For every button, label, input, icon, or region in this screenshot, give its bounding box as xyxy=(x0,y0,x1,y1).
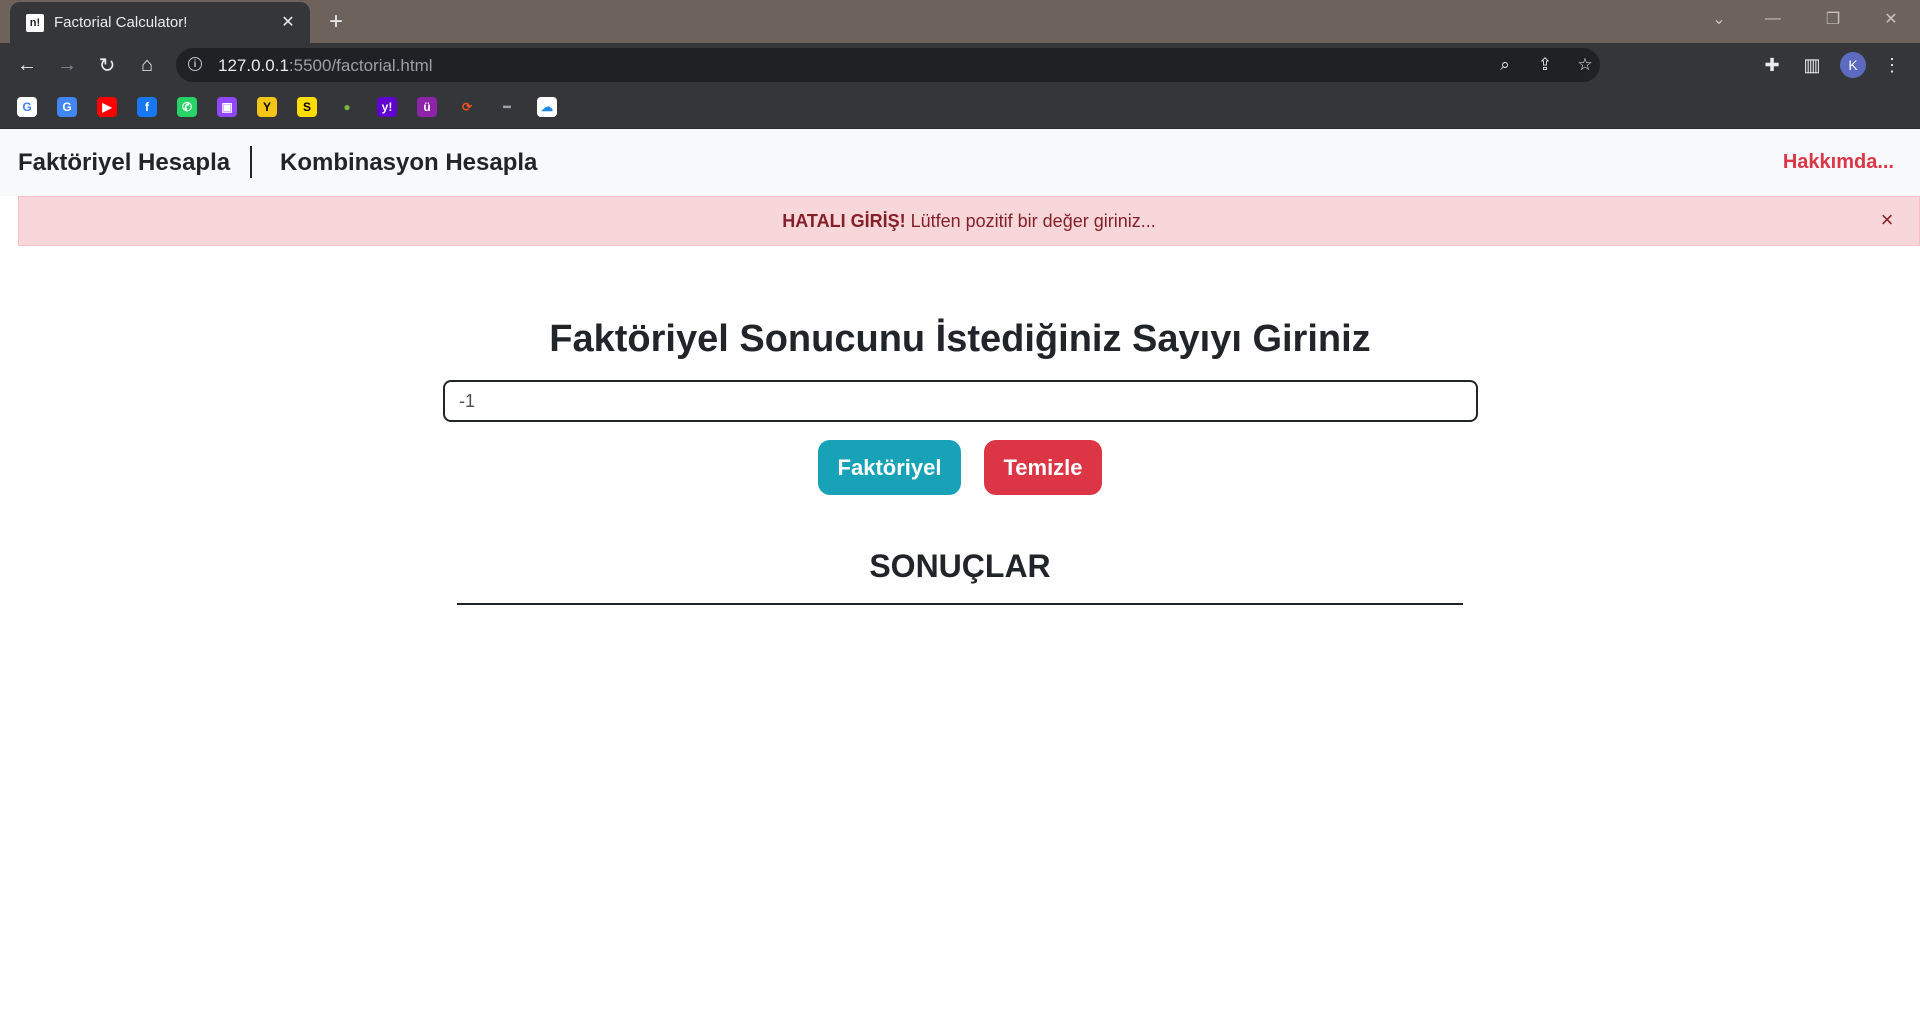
u-bookmark-icon[interactable]: ü xyxy=(417,97,437,117)
tab-close-icon[interactable]: ✕ xyxy=(278,12,298,32)
share-icon[interactable]: ⇪ xyxy=(1534,54,1556,76)
nav-link-combination[interactable]: Kombinasyon Hesapla xyxy=(280,149,537,177)
site-info-icon[interactable]: i xyxy=(188,57,202,71)
back-icon[interactable]: ← xyxy=(13,51,41,79)
results-title: SONUÇLAR xyxy=(869,548,1051,584)
alert-strong: HATALI GİRİŞ! xyxy=(782,211,906,231)
page-navbar: Faktöriyel Hesapla Kombinasyon Hesapla H… xyxy=(0,129,1920,196)
results-divider xyxy=(457,603,1463,605)
cloud-bookmark-icon[interactable]: ☁ xyxy=(537,97,557,117)
clear-button[interactable]: Temizle xyxy=(984,440,1102,495)
browser-toolbar: ← → ↻ ⌂ i 127.0.0.1:5500/factorial.html … xyxy=(0,43,1920,87)
number-input[interactable] xyxy=(443,380,1478,422)
twitch-bookmark-icon[interactable]: ▣ xyxy=(217,97,237,117)
close-window-icon[interactable]: ✕ xyxy=(1876,8,1906,30)
forward-icon[interactable]: → xyxy=(53,51,81,79)
youtube-bookmark-icon[interactable]: ▶ xyxy=(97,97,117,117)
orange-bookmark-icon[interactable]: ⟳ xyxy=(457,97,477,117)
restore-icon[interactable]: ❐ xyxy=(1818,8,1848,30)
error-alert: HATALI GİRİŞ! Lütfen pozitif bir değer g… xyxy=(18,196,1920,246)
yellow-bookmark-icon[interactable]: Y xyxy=(257,97,277,117)
drop-bookmark-icon[interactable]: ● xyxy=(337,97,357,117)
s-bookmark-icon[interactable]: S xyxy=(297,97,317,117)
tab-title: Factorial Calculator! xyxy=(54,14,188,31)
yahoo-bookmark-icon[interactable]: y! xyxy=(377,97,397,117)
browser-tab-active[interactable]: n! Factorial Calculator! ✕ xyxy=(10,2,310,43)
minimize-icon[interactable]: — xyxy=(1758,8,1788,30)
alert-text: HATALI GİRİŞ! Lütfen pozitif bir değer g… xyxy=(19,211,1919,232)
google-bookmark-icon[interactable]: G xyxy=(17,97,37,117)
facebook-bookmark-icon[interactable]: f xyxy=(137,97,157,117)
new-tab-icon[interactable]: + xyxy=(322,8,350,36)
side-panel-icon[interactable]: ▥ xyxy=(1798,51,1826,79)
dash-bookmark-icon[interactable]: ━ xyxy=(497,97,517,117)
factorial-button[interactable]: Faktöriyel xyxy=(818,440,961,495)
zoom-icon[interactable]: ⌕ xyxy=(1494,54,1516,76)
nav-link-about[interactable]: Hakkımda... xyxy=(1783,151,1894,174)
tab-favicon-icon: n! xyxy=(26,14,44,32)
bookmark-star-icon[interactable]: ☆ xyxy=(1574,54,1596,76)
nav-link-factorial[interactable]: Faktöriyel Hesapla xyxy=(18,149,230,177)
browser-tab-strip: n! Factorial Calculator! ✕ + ⌄ — ❐ ✕ xyxy=(0,0,1920,43)
profile-avatar[interactable]: K xyxy=(1840,52,1866,78)
bookmarks-bar: G G ▶ f ✆ ▣ Y S ● y! ü ⟳ ━ ☁ xyxy=(0,87,1920,129)
reload-icon[interactable]: ↻ xyxy=(93,51,121,79)
whatsapp-bookmark-icon[interactable]: ✆ xyxy=(177,97,197,117)
page-title: Faktöriyel Sonucunu İstediğiniz Sayıyı G… xyxy=(549,318,1371,360)
google-translate-bookmark-icon[interactable]: G xyxy=(57,97,77,117)
nav-divider xyxy=(250,146,252,178)
menu-icon[interactable]: ⋮ xyxy=(1878,51,1906,79)
extensions-icon[interactable]: ✚ xyxy=(1758,51,1786,79)
address-bar[interactable]: i 127.0.0.1:5500/factorial.html ⌕ ⇪ ☆ xyxy=(176,48,1600,82)
alert-message: Lütfen pozitif bir değer giriniz... xyxy=(905,211,1156,231)
alert-close-icon[interactable]: × xyxy=(1877,207,1897,232)
url-text[interactable]: 127.0.0.1:5500/factorial.html xyxy=(218,56,433,76)
home-icon[interactable]: ⌂ xyxy=(133,51,161,79)
tab-search-icon[interactable]: ⌄ xyxy=(1704,8,1734,30)
